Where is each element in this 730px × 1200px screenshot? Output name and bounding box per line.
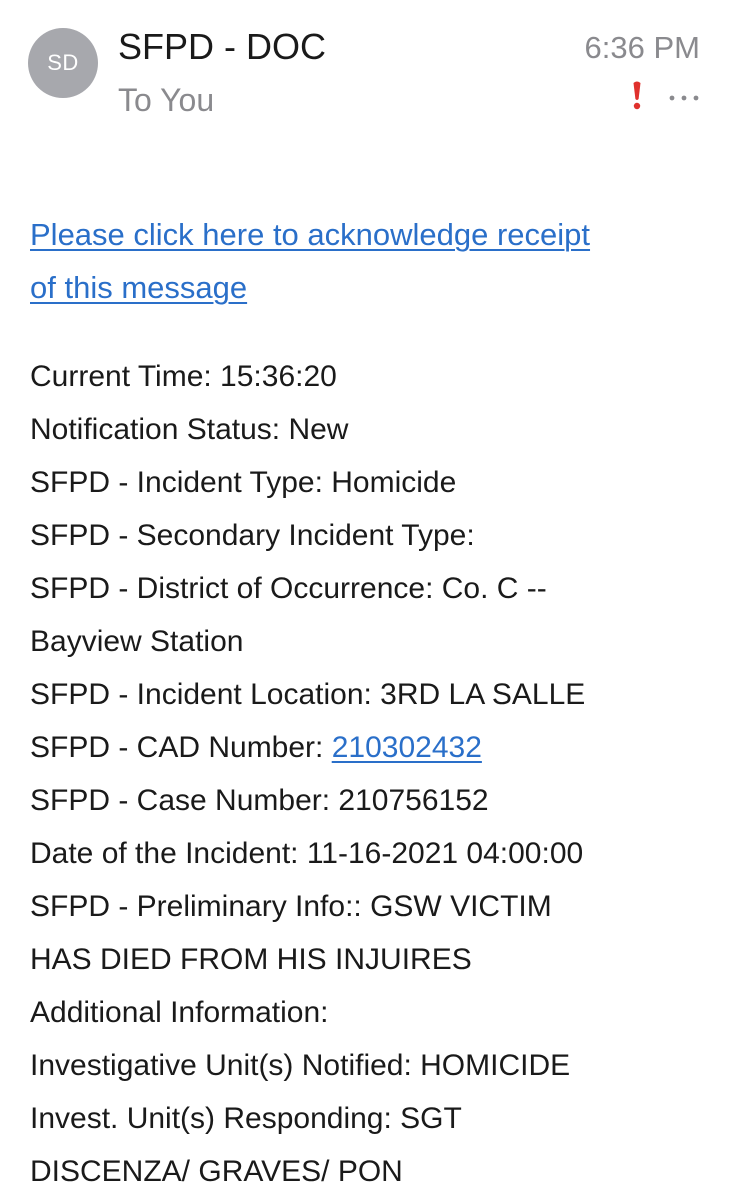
cad-number-label: SFPD - CAD Number: — [30, 731, 332, 764]
message-body: Please click here to acknowledge receipt… — [30, 208, 710, 1198]
units-responding-line-1: Invest. Unit(s) Responding: SGT — [30, 1102, 462, 1135]
acknowledge-link-line-1[interactable]: Please click here to acknowledge receipt — [30, 208, 710, 261]
message-time: 6:36 PM — [584, 30, 700, 65]
additional-info-field: Additional Information: — [30, 996, 329, 1029]
notification-status-field: Notification Status: New — [30, 413, 349, 446]
preliminary-info-line-2: HAS DIED FROM HIS INJUIRES — [30, 943, 472, 976]
cad-number-field: SFPD - CAD Number: 210302432 — [30, 721, 710, 774]
units-responding-line-2: DISCENZA/ GRAVES/ PON — [30, 1155, 403, 1188]
incident-location-field: SFPD - Incident Location: 3RD LA SALLE — [30, 678, 586, 711]
ellipsis-icon[interactable] — [668, 94, 700, 102]
case-number-field: SFPD - Case Number: 210756152 — [30, 784, 489, 817]
exclamation-icon — [633, 81, 641, 110]
incident-type-field: SFPD - Incident Type: Homicide — [30, 466, 457, 499]
incident-details: Current Time: 15:36:20 Notification Stat… — [30, 350, 710, 1198]
preliminary-info-line-1: SFPD - Preliminary Info:: GSW VICTIM — [30, 890, 552, 923]
units-notified-field: Investigative Unit(s) Notified: HOMICIDE — [30, 1049, 571, 1082]
sender-name[interactable]: SFPD - DOC — [118, 26, 326, 68]
cad-number-link[interactable]: 210302432 — [332, 731, 482, 764]
district-field-line-2: Bayview Station — [30, 625, 244, 658]
recipient-label[interactable]: To You — [118, 82, 214, 119]
sender-avatar[interactable]: SD — [28, 28, 98, 98]
secondary-incident-type-field: SFPD - Secondary Incident Type: — [30, 519, 475, 552]
district-field-line-1: SFPD - District of Occurrence: Co. C -- — [30, 572, 547, 605]
message-header: SD SFPD - DOC To You 6:36 PM — [0, 0, 730, 140]
current-time-field: Current Time: 15:36:20 — [30, 360, 337, 393]
acknowledge-link[interactable]: Please click here to acknowledge receipt… — [30, 208, 710, 314]
incident-date-field: Date of the Incident: 11-16-2021 04:00:0… — [30, 837, 584, 870]
acknowledge-link-line-2[interactable]: of this message — [30, 261, 710, 314]
